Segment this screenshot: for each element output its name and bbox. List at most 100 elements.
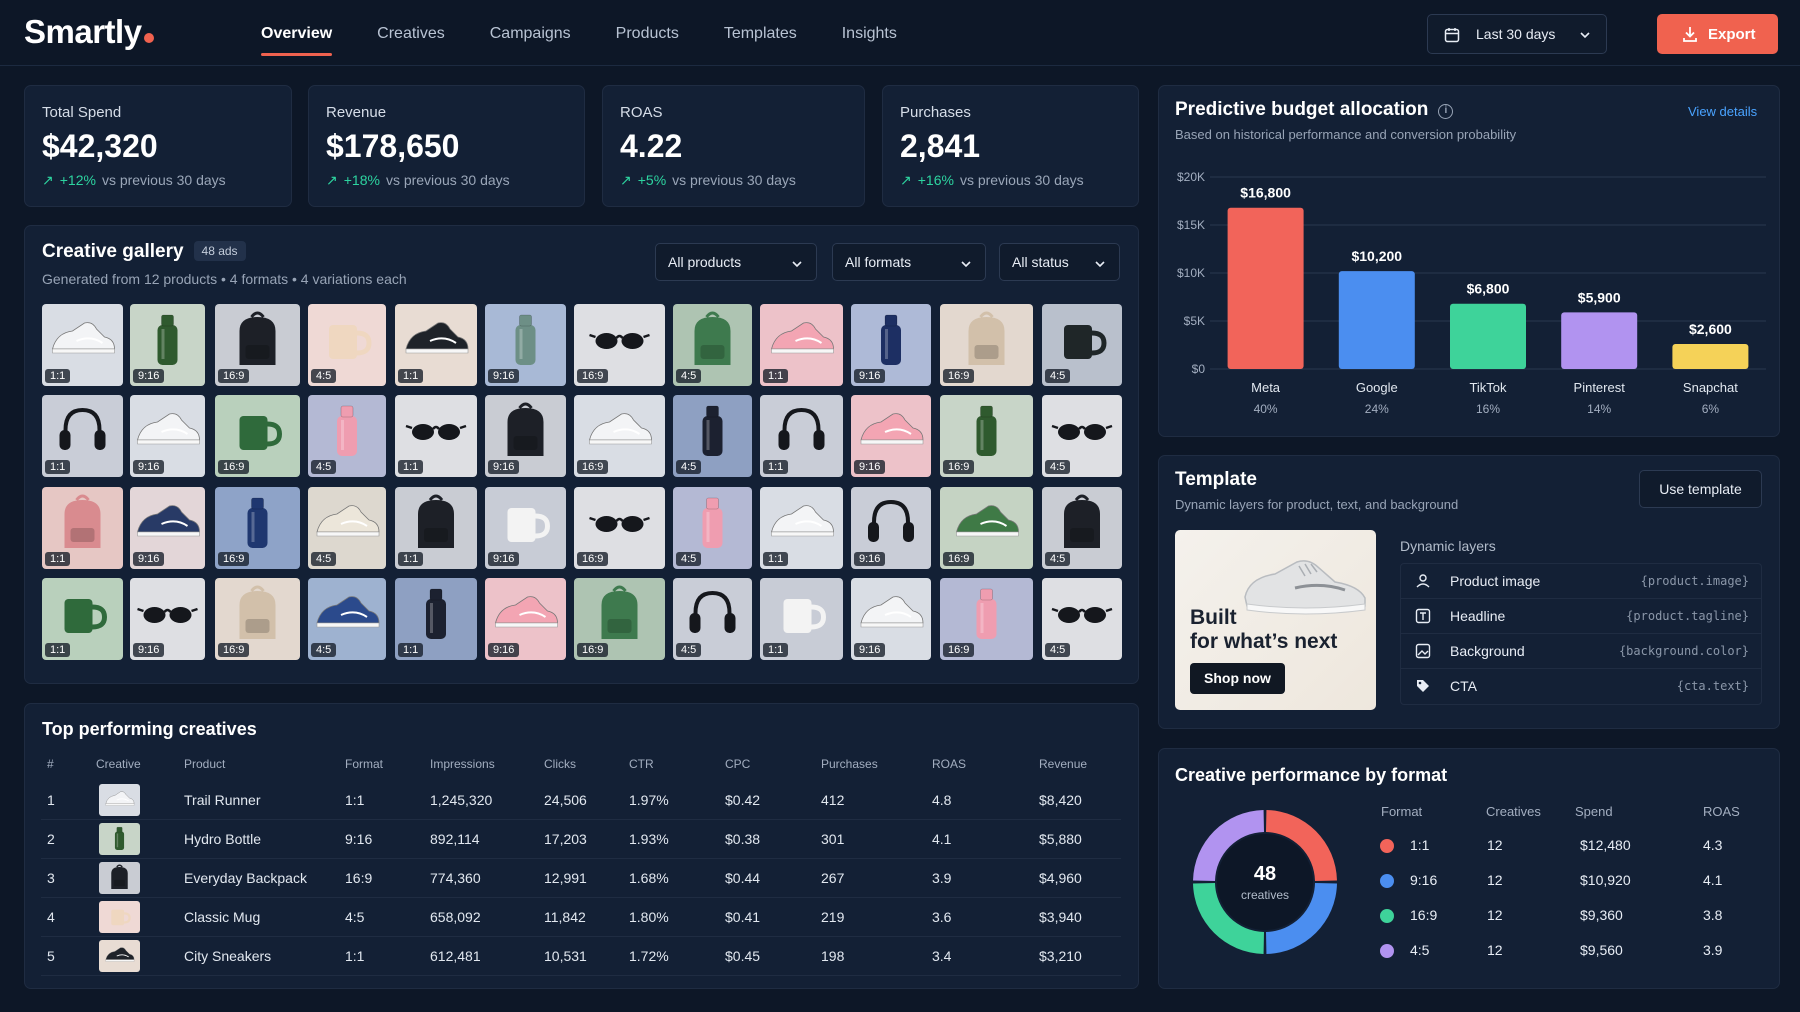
creative-mini-thumb[interactable]	[99, 823, 140, 855]
format-row[interactable]: 9:16 12 $10,920 4.1	[1380, 863, 1764, 898]
creative-thumbnail[interactable]: 1:1	[395, 578, 477, 660]
creative-thumbnail[interactable]: 4:5	[1042, 487, 1122, 569]
creative-thumbnail[interactable]: 16:9	[574, 487, 665, 569]
creative-thumbnail[interactable]: 1:1	[760, 304, 843, 386]
preview-shop-button[interactable]: Shop now	[1190, 663, 1285, 694]
creative-thumbnail[interactable]: 16:9	[215, 487, 300, 569]
creative-thumbnail[interactable]: 4:5	[673, 487, 752, 569]
format-badge: 16:9	[943, 643, 975, 657]
creative-mini-thumb[interactable]	[99, 784, 140, 816]
format-badge: 4:5	[676, 643, 702, 657]
creative-thumbnail[interactable]: 1:1	[42, 487, 123, 569]
creative-thumbnail[interactable]: 16:9	[215, 395, 300, 477]
format-badge: 4:5	[311, 552, 337, 566]
creative-thumbnail[interactable]: 4:5	[308, 578, 386, 660]
export-button[interactable]: Export	[1657, 14, 1778, 54]
creative-thumbnail[interactable]: 9:16	[485, 304, 566, 386]
creative-thumbnail[interactable]: 9:16	[485, 487, 566, 569]
creative-thumbnail[interactable]: 1:1	[42, 304, 123, 386]
creative-thumbnail[interactable]: 9:16	[130, 395, 205, 477]
creative-thumbnail[interactable]: 9:16	[485, 395, 566, 477]
creative-mini-thumb[interactable]	[99, 940, 140, 972]
logo[interactable]: Smartly	[24, 13, 154, 51]
creative-thumbnail[interactable]: 1:1	[760, 395, 843, 477]
creative-mini-thumb[interactable]	[99, 862, 140, 894]
creative-thumbnail[interactable]: 1:1	[760, 578, 843, 660]
table-row[interactable]: 4 Classic Mug 4:5 658,092 11,842 1.80% $0.41 21…	[41, 898, 1121, 937]
creative-thumbnail[interactable]: 9:16	[851, 304, 931, 386]
creative-thumbnail[interactable]: 16:9	[940, 395, 1033, 477]
creative-thumbnail[interactable]: 1:1	[760, 487, 843, 569]
creative-thumbnail[interactable]: 1:1	[395, 304, 477, 386]
table-row[interactable]: 1 Trail Runner 1:1 1,245,320 24,506 1.97% $0.4…	[41, 781, 1121, 820]
table-row[interactable]: 5 City Sneakers 1:1 612,481 10,531 1.72% $0.45…	[41, 937, 1121, 976]
creative-thumbnail[interactable]: 9:16	[130, 304, 205, 386]
filter-products-select[interactable]: All products	[655, 243, 817, 281]
nav-campaigns[interactable]: Campaigns	[490, 0, 571, 66]
kpi-delta: ↗ +12% vs previous 30 days	[42, 172, 226, 188]
filter-formats-select[interactable]: All formats	[832, 243, 986, 281]
creative-thumbnail[interactable]: 9:16	[851, 578, 931, 660]
creative-thumbnail[interactable]: 4:5	[1042, 304, 1122, 386]
creative-thumbnail[interactable]: 16:9	[940, 487, 1033, 569]
creative-thumbnail[interactable]: 1:1	[42, 578, 123, 660]
nav-overview[interactable]: Overview	[261, 0, 333, 66]
info-icon[interactable]: i	[1438, 104, 1454, 119]
creative-thumbnail[interactable]: 9:16	[851, 487, 931, 569]
template-preview[interactable]: Built for what’s next Shop now	[1175, 530, 1376, 710]
view-details-link[interactable]: View details	[1688, 104, 1757, 119]
cell-rank: 3	[47, 870, 55, 886]
nav-templates[interactable]: Templates	[724, 0, 797, 66]
creative-thumbnail[interactable]: 16:9	[940, 304, 1033, 386]
creative-thumbnail[interactable]: 16:9	[215, 304, 300, 386]
creative-thumbnail[interactable]: 9:16	[130, 578, 205, 660]
use-template-button[interactable]: Use template	[1639, 470, 1762, 508]
creative-thumbnail[interactable]: 4:5	[673, 578, 752, 660]
kpi-delta: ↗ +18% vs previous 30 days	[326, 172, 510, 188]
creative-thumbnail[interactable]: 1:1	[42, 395, 123, 477]
creative-thumbnail[interactable]: 4:5	[1042, 395, 1122, 477]
format-badge: 9:16	[133, 369, 165, 383]
creative-thumbnail[interactable]: 4:5	[308, 487, 386, 569]
kpi-value: $178,650	[326, 128, 460, 164]
creative-mini-thumb[interactable]	[99, 901, 140, 933]
creative-thumbnail[interactable]: 4:5	[308, 395, 386, 477]
layer-headline[interactable]: Headline {product.tagline}	[1401, 599, 1761, 634]
creative-thumbnail[interactable]: 4:5	[308, 304, 386, 386]
creative-thumbnail[interactable]: 4:5	[673, 395, 752, 477]
format-badge: 4:5	[1045, 643, 1071, 657]
creative-thumbnail[interactable]: 9:16	[485, 578, 566, 660]
cell-format: 9:16	[1410, 872, 1438, 888]
format-row[interactable]: 1:1 12 $12,480 4.3	[1380, 828, 1764, 863]
cell-impressions: 774,360	[430, 870, 481, 886]
creative-thumbnail[interactable]: 16:9	[940, 578, 1033, 660]
creative-thumbnail[interactable]: 9:16	[851, 395, 931, 477]
layer-background[interactable]: Background {background.color}	[1401, 634, 1761, 669]
nav-insights[interactable]: Insights	[842, 0, 897, 66]
col-header-impressions: Impressions	[430, 757, 495, 771]
nav-products[interactable]: Products	[616, 0, 679, 66]
table-row[interactable]: 2 Hydro Bottle 9:16 892,114 17,203 1.93% $0.38…	[41, 820, 1121, 859]
creative-thumbnail[interactable]: 9:16	[130, 487, 205, 569]
chevron-down-icon	[1095, 261, 1105, 268]
layer-product-image[interactable]: Product image {product.image}	[1401, 564, 1761, 599]
format-row[interactable]: 4:5 12 $9,560 3.9	[1380, 933, 1764, 968]
nav-creatives[interactable]: Creatives	[377, 0, 445, 66]
date-range-select[interactable]: Last 30 days	[1427, 14, 1607, 54]
format-row[interactable]: 16:9 12 $9,360 3.8	[1380, 898, 1764, 933]
kpi-delta: ↗ +16% vs previous 30 days	[900, 172, 1084, 188]
creative-thumbnail[interactable]: 16:9	[574, 578, 665, 660]
top-creatives-title: Top performing creatives	[42, 719, 257, 739]
creative-thumbnail[interactable]: 4:5	[673, 304, 752, 386]
creative-thumbnail[interactable]: 16:9	[215, 578, 300, 660]
layer-cta[interactable]: CTA {cta.text}	[1401, 669, 1761, 704]
table-row[interactable]: 3 Everyday Backpack 16:9 774,360 12,991 1.68%…	[41, 859, 1121, 898]
creative-thumbnail[interactable]: 16:9	[574, 304, 665, 386]
filter-status-select[interactable]: All status	[999, 243, 1120, 281]
creative-thumbnail[interactable]: 1:1	[395, 487, 477, 569]
creative-thumbnail[interactable]: 16:9	[574, 395, 665, 477]
kpi-label: Total Spend	[42, 104, 122, 121]
creative-thumbnail[interactable]: 4:5	[1042, 578, 1122, 660]
creative-thumbnail[interactable]: 1:1	[395, 395, 477, 477]
gallery-subtitle: Generated from 12 products • 4 formats •…	[42, 271, 407, 287]
